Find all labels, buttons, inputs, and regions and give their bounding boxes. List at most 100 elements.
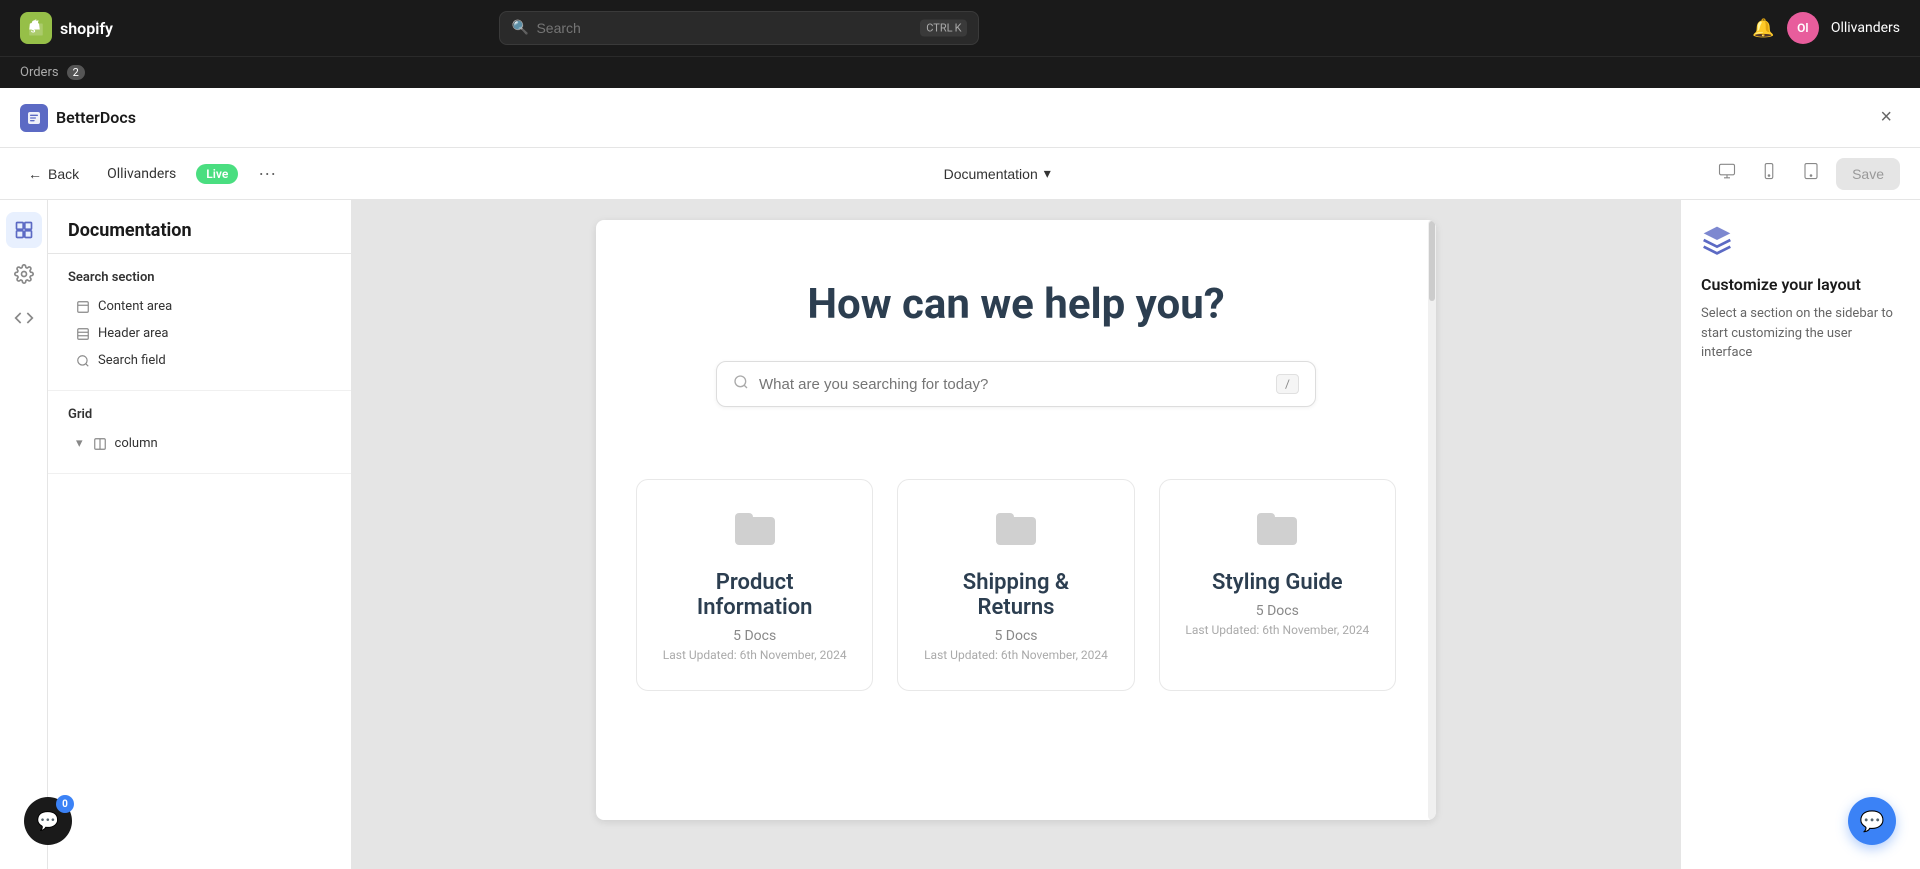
betterdocs-logo: BetterDocs [20, 104, 136, 132]
shopify-bar-right: 🔔 Ol Ollivanders [1752, 12, 1900, 44]
doc-selector-label: Documentation [944, 166, 1038, 182]
search-field-label: Search field [98, 353, 166, 368]
orders-badge: 2 [67, 65, 85, 80]
content-area-icon [76, 300, 90, 314]
hero-title: How can we help you? [636, 280, 1396, 329]
sidebar-item-search-field[interactable]: Search field [68, 347, 331, 374]
content-area-label: Content area [98, 299, 172, 314]
builder-toolbar: ← Back Ollivanders Live ··· Documentatio… [0, 148, 1920, 200]
app-name: BetterDocs [56, 108, 136, 127]
sidebar-item-column[interactable]: ▾ column [68, 430, 331, 457]
card-product-count: 5 Docs [661, 628, 848, 644]
styling-guide-folder-icon [1184, 512, 1371, 554]
sidebar-item-header-area[interactable]: Header area [68, 320, 331, 347]
card-product-date: Last Updated: 6th November, 2024 [661, 648, 848, 662]
right-panel-desc: Select a section on the sidebar to start… [1701, 304, 1900, 363]
modal-overlay: BetterDocs × ← Back Ollivanders Live ···… [0, 88, 1920, 869]
search-section: Search section Content area [48, 254, 351, 391]
store-name: Ollivanders [1831, 20, 1900, 36]
card-shipping-count: 5 Docs [922, 628, 1109, 644]
back-arrow-icon: ← [28, 166, 42, 182]
customize-layout-icon [1701, 224, 1900, 263]
orders-item[interactable]: Orders 2 [20, 65, 85, 80]
card-shipping-title: Shipping & Returns [922, 570, 1109, 620]
grid-section-label: Grid [68, 407, 331, 422]
sidebar-panel-title: Documentation [68, 220, 331, 241]
card-shipping-date: Last Updated: 6th November, 2024 [922, 648, 1109, 662]
sidebar-item-content-area[interactable]: Content area [68, 293, 331, 320]
betterdocs-icon [20, 104, 48, 132]
toolbar-store-label: Ollivanders [99, 160, 184, 188]
right-panel-title: Customize your layout [1701, 275, 1900, 294]
preview-frame: How can we help you? / [596, 220, 1436, 820]
card-styling-title: Styling Guide [1184, 570, 1371, 595]
search-field-icon [76, 354, 90, 368]
hero-search-bar[interactable]: / [716, 361, 1316, 407]
expand-icon: ▾ [76, 436, 83, 451]
chat-widget-icon: 💬 [1860, 809, 1885, 833]
header-area-icon [76, 327, 90, 341]
svg-text:S: S [31, 26, 36, 35]
more-options-button[interactable]: ··· [250, 159, 284, 188]
product-information-folder-icon [661, 512, 848, 554]
tablet-view-button[interactable] [1794, 156, 1828, 191]
avatar-initials: Ol [1797, 21, 1808, 35]
orders-label: Orders [20, 65, 59, 80]
card-styling-count: 5 Docs [1184, 603, 1371, 619]
notification-badge: 0 [56, 795, 74, 813]
hero-search-shortcut: / [1276, 374, 1299, 394]
shortcut-k: K [955, 22, 962, 35]
sidebar-panel-header: Documentation [48, 200, 351, 254]
desktop-view-button[interactable] [1710, 156, 1744, 191]
orders-bar: Orders 2 [0, 56, 1920, 88]
shopify-brand-name: shopify [60, 19, 113, 38]
shopify-logo: S shopify [20, 12, 113, 44]
modal-close-button[interactable]: × [1872, 102, 1900, 133]
nav-icons [0, 200, 48, 869]
search-section-label: Search section [68, 270, 331, 285]
doc-selector-button[interactable]: Documentation ▾ [932, 159, 1063, 188]
nav-settings-button[interactable] [6, 256, 42, 292]
hero-search-icon [733, 374, 749, 394]
hero-search-input[interactable] [759, 376, 1276, 393]
back-button[interactable]: ← Back [20, 160, 87, 188]
toolbar-right: Save [1710, 156, 1900, 191]
right-panel: Customize your layout Select a section o… [1680, 200, 1920, 869]
shopify-bar: S shopify 🔍 CTRL K 🔔 Ol Ollivanders [0, 0, 1920, 56]
card-shipping-returns[interactable]: Shipping & Returns 5 Docs Last Updated: … [897, 479, 1134, 691]
nav-code-button[interactable] [6, 300, 42, 336]
mobile-view-button[interactable] [1752, 156, 1786, 191]
preview-scrollbar-thumb [1429, 221, 1435, 301]
grid-section: Grid ▾ column [48, 391, 351, 474]
search-shortcut-hint: CTRL K [920, 20, 967, 37]
shipping-returns-folder-icon [922, 512, 1109, 554]
chat-widget[interactable]: 💬 [1848, 797, 1896, 845]
notification-widget-icon: 💬 [37, 811, 59, 832]
cards-grid: Product Information 5 Docs Last Updated:… [596, 447, 1436, 731]
toolbar-center: Documentation ▾ [296, 159, 1698, 188]
shopify-logo-icon: S [20, 12, 52, 44]
live-badge: Live [196, 164, 238, 184]
save-button[interactable]: Save [1836, 158, 1900, 190]
modal: BetterDocs × ← Back Ollivanders Live ···… [0, 88, 1920, 869]
notification-bell-icon[interactable]: 🔔 [1752, 18, 1774, 39]
card-product-title: Product Information [661, 570, 848, 620]
shopify-search-container: 🔍 CTRL K [499, 11, 979, 45]
search-icon: 🔍 [511, 20, 528, 36]
header-area-label: Header area [98, 326, 168, 341]
card-styling-date: Last Updated: 6th November, 2024 [1184, 623, 1371, 637]
avatar[interactable]: Ol [1787, 12, 1819, 44]
column-label: column [115, 436, 158, 451]
search-input[interactable] [499, 11, 979, 45]
notification-widget[interactable]: 💬 0 [24, 797, 72, 845]
hero-section: How can we help you? / [596, 220, 1436, 447]
main-content: Documentation Search section Content are… [0, 200, 1920, 869]
sidebar-panel: Documentation Search section Content are… [48, 200, 352, 869]
card-styling-guide[interactable]: Styling Guide 5 Docs Last Updated: 6th N… [1159, 479, 1396, 691]
preview-scrollbar[interactable] [1428, 220, 1436, 820]
chevron-down-icon: ▾ [1044, 165, 1051, 182]
card-product-information[interactable]: Product Information 5 Docs Last Updated:… [636, 479, 873, 691]
back-label: Back [48, 166, 79, 182]
nav-sections-button[interactable] [6, 212, 42, 248]
modal-header: BetterDocs × [0, 88, 1920, 148]
